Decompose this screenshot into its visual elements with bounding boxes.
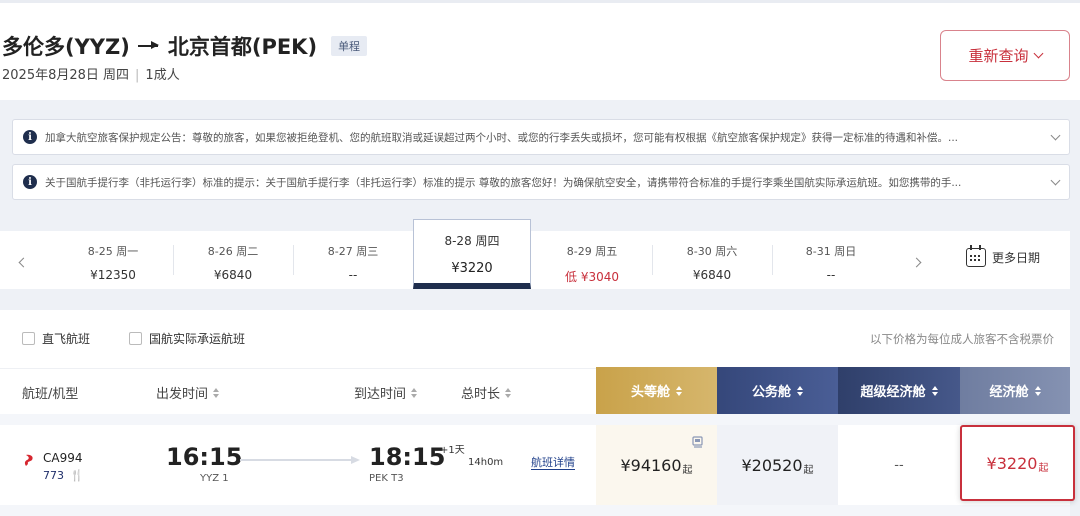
chevron-left-icon: [18, 257, 29, 268]
cabin-first-sort[interactable]: 头等舱: [596, 367, 717, 414]
chevron-down-icon: [1033, 48, 1043, 59]
aircraft-type: 773: [43, 469, 64, 482]
date-price: ¥12350: [90, 268, 136, 282]
filter-bar: 直飞航班 国航实际承运航班 以下价格为每位成人旅客不含税票价: [0, 310, 1070, 368]
notice-text: 加拿大航空旅客保护规定公告：尊敬的旅客，如果您被拒绝登机、您的航班取消或延误超过…: [45, 131, 959, 144]
route-title: 多伦多(YYZ) 北京首都(PEK) 单程: [2, 31, 368, 61]
date-option-8-31[interactable]: 8-31 周日 --: [772, 231, 890, 289]
sort-icon: [797, 385, 803, 396]
date-option-8-28-selected[interactable]: 8-28 周四 ¥3220: [413, 219, 531, 289]
more-dates-button[interactable]: 更多日期: [966, 245, 1041, 267]
date-price: ¥3220: [451, 261, 493, 276]
date-option-8-25[interactable]: 8-25 周一 ¥12350: [54, 231, 172, 289]
requery-button[interactable]: 重新查询: [940, 30, 1070, 81]
origin-city: 多伦多(YYZ): [2, 35, 130, 59]
flight-row: CA994 773 🍴 16:15 YYZ 1 18:15 +1天 PEK T3…: [0, 425, 1075, 505]
date-label: 8-26 周二: [207, 245, 259, 258]
date-label: 8-25 周一: [87, 245, 139, 258]
price-value: ¥3220: [986, 453, 1038, 473]
sort-icon: [1034, 385, 1041, 396]
passenger-count: 1成人: [145, 68, 180, 83]
meal-icon: 🍴: [70, 469, 84, 482]
flight-duration: 14h0m: [468, 457, 504, 468]
direct-flights-checkbox[interactable]: [22, 332, 35, 345]
date-option-8-26[interactable]: 8-26 周二 ¥6840: [174, 231, 292, 289]
flight-details-link[interactable]: 航班详情: [531, 456, 575, 470]
sort-icon: [931, 385, 938, 396]
notice-carry-on-baggage[interactable]: i 关于国航手提行李（非托运行李）标准的提示：关于国航手提行李（非托运行李）标准…: [12, 164, 1070, 200]
info-icon: i: [23, 175, 37, 189]
trip-summary: 2025年8月28日 周四 | 1成人: [2, 64, 180, 83]
notice-text: 关于国航手提行李（非托运行李）标准的提示：关于国航手提行李（非托运行李）标准的提…: [45, 176, 962, 189]
ca-operated-checkbox[interactable]: [129, 332, 142, 345]
price-suffix: 起: [803, 464, 814, 476]
column-flight: 航班/机型: [22, 387, 79, 402]
arrival-airport: PEK T3: [369, 473, 404, 484]
travel-date: 2025年8月28日 周四: [2, 68, 130, 83]
price-business-class[interactable]: ¥20520 起: [717, 425, 838, 505]
divider: |: [135, 68, 140, 83]
next-day-badge: +1天: [440, 445, 465, 456]
cabin-business-sort[interactable]: 公务舱: [717, 367, 838, 414]
price-suffix: 起: [1038, 462, 1049, 474]
departure-time: 16:15: [166, 443, 243, 471]
price-economy-class-selected[interactable]: ¥3220 起: [960, 425, 1075, 501]
requery-label: 重新查询: [968, 47, 1029, 65]
filter-label: 直飞航班: [42, 332, 91, 346]
direct-flights-filter[interactable]: 直飞航班: [22, 330, 90, 347]
calendar-icon: [966, 245, 986, 267]
date-price: ¥6840: [213, 268, 253, 282]
route-arrow-icon: [137, 40, 160, 52]
date-label: 8-29 周五: [566, 245, 618, 258]
price-value: ¥20520: [741, 455, 803, 475]
expand-chevron-icon[interactable]: [1050, 130, 1061, 140]
arrival-time: 18:15: [369, 443, 446, 471]
chevron-right-icon: [911, 257, 922, 268]
route-line-arrow-icon: [240, 456, 360, 464]
price-value: --: [894, 457, 904, 473]
date-option-8-30[interactable]: 8-30 周六 ¥6840: [653, 231, 771, 289]
price-tax-note: 以下价格为每位成人旅客不含税票价: [870, 332, 1054, 346]
date-selector: 8-25 周一 ¥12350 8-26 周二 ¥6840 8-27 周三 -- …: [0, 219, 1070, 289]
more-dates-label: 更多日期: [992, 251, 1041, 265]
date-option-8-27[interactable]: 8-27 周三 --: [294, 231, 412, 289]
departure-airport: YYZ 1: [200, 473, 229, 484]
date-price-lowest: 低 ¥3040: [565, 270, 619, 284]
date-price: ¥6840: [692, 268, 732, 282]
date-label: 8-31 周日: [805, 245, 857, 258]
info-icon: i: [23, 130, 37, 144]
aircraft-info: 773 🍴: [43, 469, 84, 482]
flight-number: CA994: [43, 451, 83, 465]
air-china-logo-icon: [24, 454, 33, 466]
column-arrival-sort[interactable]: 到达时间: [354, 383, 418, 402]
column-departure-sort[interactable]: 出发时间: [156, 383, 220, 402]
date-label: 8-27 周三: [327, 245, 379, 258]
cabin-premium-economy-sort[interactable]: 超级经济舱: [838, 367, 960, 414]
prev-dates-button[interactable]: [18, 251, 30, 268]
date-label: 8-28 周四: [444, 234, 500, 248]
filter-label: 国航实际承运航班: [149, 332, 246, 346]
price-premium-economy: --: [838, 425, 960, 505]
date-price: --: [826, 268, 836, 282]
destination-city: 北京首都(PEK): [167, 35, 318, 59]
sort-icon: [411, 387, 418, 398]
date-price: --: [348, 268, 358, 282]
notice-passenger-protection[interactable]: i 加拿大航空旅客保护规定公告：尊敬的旅客，如果您被拒绝登机、您的航班取消或延误…: [12, 119, 1070, 155]
sort-icon: [213, 387, 220, 398]
search-header: 多伦多(YYZ) 北京首都(PEK) 单程 2025年8月28日 周四 | 1成人 …: [0, 0, 1080, 100]
seat-icon: [692, 436, 703, 448]
flight-results: 直飞航班 国航实际承运航班 以下价格为每位成人旅客不含税票价 航班/机型 出发时…: [0, 310, 1075, 516]
date-option-8-29[interactable]: 8-29 周五 低 ¥3040: [533, 231, 651, 289]
cabin-economy-sort[interactable]: 经济舱: [960, 367, 1070, 414]
price-suffix: 起: [682, 464, 693, 476]
ca-operated-filter[interactable]: 国航实际承运航班: [129, 330, 245, 347]
sort-icon: [676, 385, 682, 396]
sort-icon: [505, 387, 512, 398]
column-duration-sort[interactable]: 总时长: [461, 383, 512, 402]
date-label: 8-30 周六: [686, 245, 738, 258]
expand-chevron-icon[interactable]: [1050, 175, 1061, 185]
price-value: ¥94160: [620, 455, 682, 475]
trip-type-badge: 单程: [331, 36, 368, 56]
next-dates-button[interactable]: [911, 251, 923, 268]
